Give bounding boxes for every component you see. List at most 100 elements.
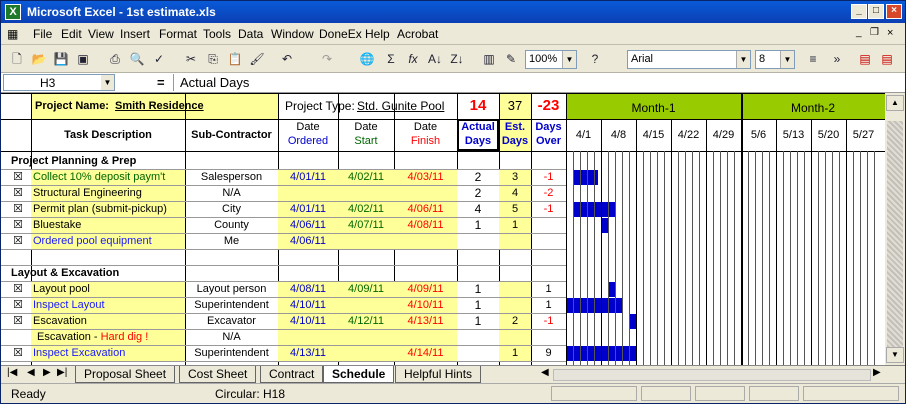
- task-description[interactable]: Inspect Layout: [33, 297, 183, 313]
- task-description[interactable]: Collect 10% deposit paym't: [33, 169, 183, 185]
- sub-contractor[interactable]: Superintendent: [187, 297, 276, 313]
- scroll-up-icon[interactable]: ▲: [886, 95, 904, 111]
- checkbox-icon[interactable]: ☒: [13, 204, 23, 215]
- checkbox-icon[interactable]: ☒: [13, 236, 23, 247]
- sub-contractor[interactable]: N/A: [187, 185, 276, 201]
- month-1-label[interactable]: Month-1: [568, 100, 739, 116]
- tab-proposal-sheet[interactable]: Proposal Sheet: [75, 366, 176, 383]
- project-name-value[interactable]: Smith Residence: [115, 98, 276, 114]
- date-finish[interactable]: [396, 233, 455, 249]
- date-ordered[interactable]: 4/06/11: [280, 233, 336, 249]
- project-type-value[interactable]: Std. Gunite Pool: [357, 98, 455, 114]
- autosum-icon[interactable]: Σ: [381, 50, 401, 68]
- col-date-ordered-line1[interactable]: Date: [280, 120, 336, 134]
- date-ordered[interactable]: 4/10/11: [280, 313, 336, 329]
- date-start[interactable]: 4/02/11: [340, 169, 392, 185]
- date-start[interactable]: 4/12/11: [340, 313, 392, 329]
- pdf-icon[interactable]: ▤: [855, 50, 875, 68]
- est-days[interactable]: 1: [501, 217, 529, 233]
- tab-schedule[interactable]: Schedule: [323, 366, 395, 383]
- col-days-over-line1[interactable]: Days: [533, 120, 564, 134]
- date-ordered[interactable]: [280, 185, 336, 201]
- maximize-button[interactable]: □: [868, 4, 884, 19]
- days-over[interactable]: 1: [533, 281, 564, 297]
- week-label-5-6[interactable]: 5/6: [743, 127, 774, 143]
- actual-days[interactable]: [459, 233, 497, 249]
- date-start[interactable]: [340, 297, 392, 313]
- zoom-select[interactable]: 100% ▼: [525, 50, 577, 69]
- first-sheet-icon[interactable]: |◀: [7, 367, 17, 378]
- date-finish[interactable]: 4/08/11: [396, 217, 455, 233]
- date-start[interactable]: [340, 329, 392, 345]
- checkbox-icon[interactable]: ☒: [13, 300, 23, 311]
- sort-descending-icon[interactable]: Z↓: [447, 50, 467, 68]
- actual-days[interactable]: [459, 345, 497, 361]
- date-finish[interactable]: [396, 329, 455, 345]
- week-label-4-22[interactable]: 4/22: [673, 127, 704, 143]
- date-ordered[interactable]: [280, 329, 336, 345]
- days-over[interactable]: -1: [533, 169, 564, 185]
- format-painter-icon[interactable]: 🖌: [247, 50, 267, 68]
- align-icon[interactable]: ≡: [803, 50, 823, 68]
- est-days[interactable]: 4: [501, 185, 529, 201]
- tab-helpful-hints[interactable]: Helpful Hints: [395, 366, 482, 383]
- week-label-4-15[interactable]: 4/15: [638, 127, 669, 143]
- est-days[interactable]: 1: [501, 345, 529, 361]
- redo-icon[interactable]: ↷: [317, 50, 337, 68]
- doc-restore-button[interactable]: ❐: [870, 27, 879, 38]
- doc-close-button[interactable]: ×: [887, 27, 893, 39]
- date-ordered[interactable]: 4/13/11: [280, 345, 336, 361]
- scroll-down-icon[interactable]: ▼: [886, 347, 904, 363]
- date-finish[interactable]: 4/10/11: [396, 297, 455, 313]
- est-days[interactable]: [501, 281, 529, 297]
- est-days[interactable]: 5: [501, 201, 529, 217]
- date-start[interactable]: [340, 233, 392, 249]
- est-days[interactable]: [501, 233, 529, 249]
- workbook-icon[interactable]: ▦: [7, 27, 18, 41]
- col-date-start-line1[interactable]: Date: [340, 120, 392, 134]
- date-ordered[interactable]: 4/01/11: [280, 169, 336, 185]
- task-description[interactable]: Escavation: [33, 313, 183, 329]
- month-2-label[interactable]: Month-2: [743, 100, 883, 116]
- sub-contractor[interactable]: County: [187, 217, 276, 233]
- tab-contract[interactable]: Contract: [260, 366, 324, 383]
- spelling-icon[interactable]: ✓: [149, 50, 169, 68]
- chart-wizard-icon[interactable]: ▥: [479, 50, 499, 68]
- checkbox-icon[interactable]: ☒: [13, 220, 23, 231]
- col-days-over-line2[interactable]: Over: [533, 134, 564, 148]
- actual-days[interactable]: [459, 329, 497, 345]
- checkbox-icon[interactable]: ☒: [13, 348, 23, 359]
- date-start[interactable]: 4/09/11: [340, 281, 392, 297]
- days-over[interactable]: 9: [533, 345, 564, 361]
- week-label-4-1[interactable]: 4/1: [568, 127, 599, 143]
- copy-icon[interactable]: ⎘: [203, 50, 223, 68]
- date-finish[interactable]: 4/03/11: [396, 169, 455, 185]
- menu-view[interactable]: View: [88, 27, 114, 41]
- sub-contractor[interactable]: Excavator: [187, 313, 276, 329]
- scroll-track[interactable]: [887, 121, 903, 347]
- tab-cost-sheet[interactable]: Cost Sheet: [179, 366, 257, 383]
- col-date-finish-line1[interactable]: Date: [396, 120, 455, 134]
- hscroll-left-icon[interactable]: ◀: [541, 367, 549, 378]
- date-finish[interactable]: 4/09/11: [396, 281, 455, 297]
- date-ordered[interactable]: 4/10/11: [280, 297, 336, 313]
- worksheet-grid[interactable]: Project Name: Smith Residence Project Type…: [1, 93, 885, 365]
- days-over[interactable]: 1: [533, 297, 564, 313]
- col-sub-contractor[interactable]: Sub-Contractor: [187, 127, 276, 143]
- function-icon[interactable]: fx: [403, 50, 423, 68]
- date-ordered[interactable]: 4/01/11: [280, 201, 336, 217]
- close-button[interactable]: ×: [886, 4, 902, 19]
- toolbar-options-icon[interactable]: »: [827, 50, 847, 68]
- name-box[interactable]: H3 ▼: [3, 74, 115, 91]
- last-sheet-icon[interactable]: ▶|: [57, 367, 67, 378]
- est-days[interactable]: 3: [501, 169, 529, 185]
- date-finish[interactable]: 4/13/11: [396, 313, 455, 329]
- open-icon[interactable]: 📂: [29, 50, 49, 68]
- hyperlink-icon[interactable]: 🌐: [357, 50, 377, 68]
- print-preview-icon[interactable]: 🔍: [127, 50, 147, 68]
- task-description[interactable]: Permit plan (submit-pickup): [33, 201, 183, 217]
- date-start[interactable]: [340, 345, 392, 361]
- days-over[interactable]: -1: [533, 201, 564, 217]
- sub-contractor[interactable]: City: [187, 201, 276, 217]
- task-description[interactable]: Structural Engineering: [33, 185, 183, 201]
